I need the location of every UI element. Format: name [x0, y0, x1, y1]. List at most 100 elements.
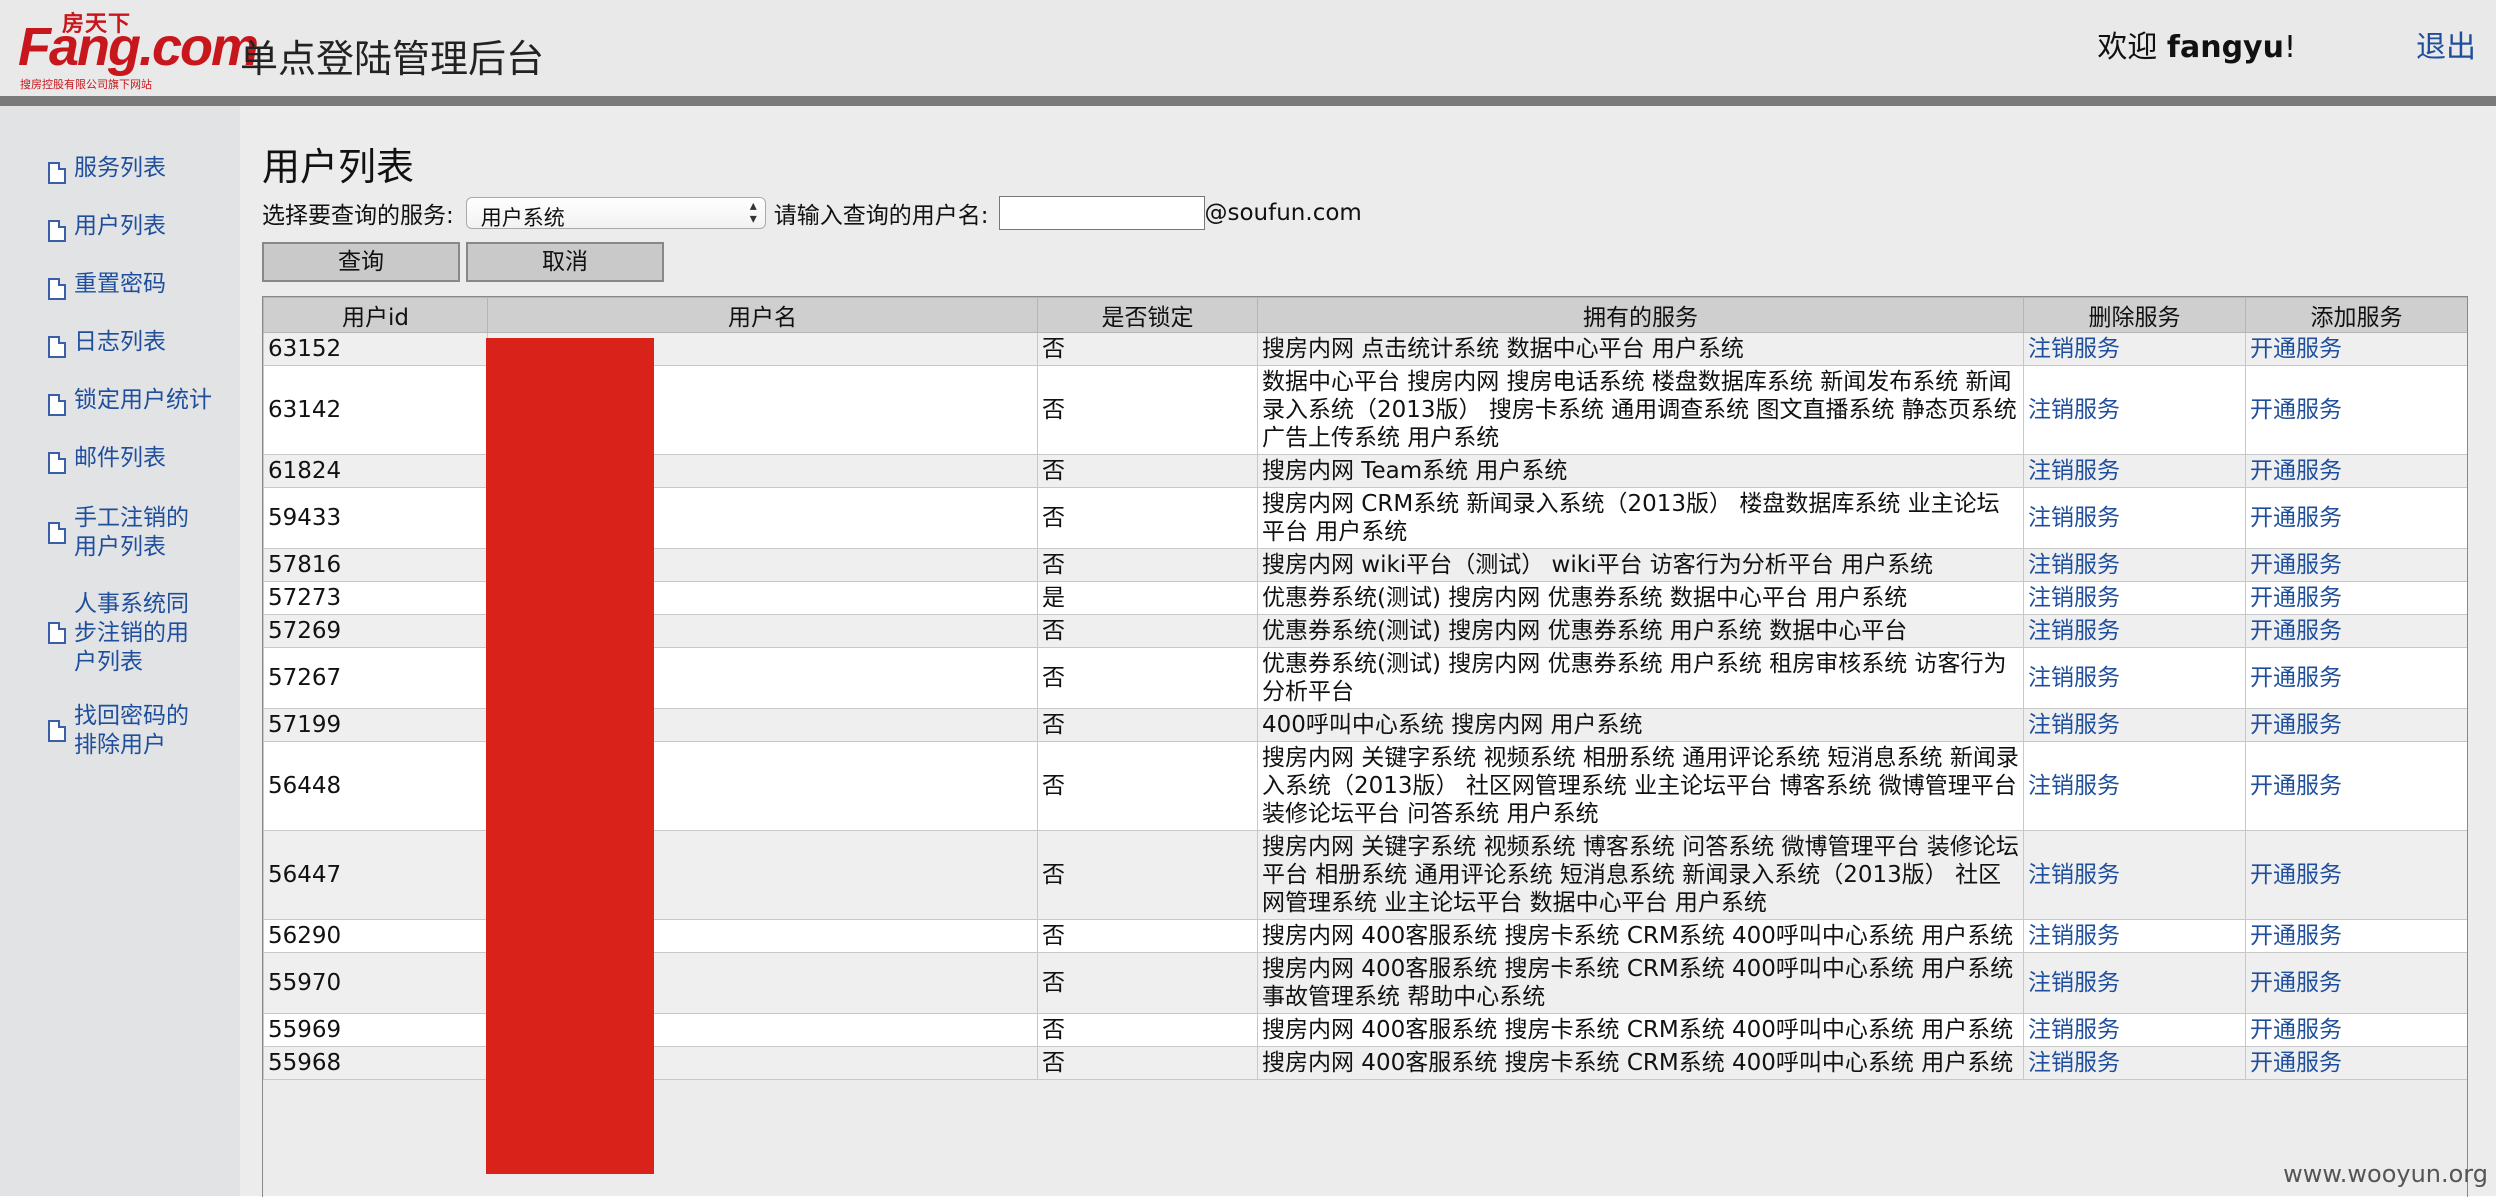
- sidebar-item-manual-deactivated-users[interactable]: 手工注销的用户列表: [48, 504, 198, 562]
- add-service-link[interactable]: 开通服务: [2250, 970, 2342, 996]
- document-icon: [48, 522, 66, 544]
- service-select-value: 用户系统: [480, 206, 565, 230]
- add-service-link[interactable]: 开通服务: [2250, 458, 2342, 484]
- sidebar-item-log-list[interactable]: 日志列表: [48, 328, 228, 358]
- user-id-cell: 57816: [263, 548, 488, 582]
- delete-service-link[interactable]: 注销服务: [2028, 505, 2120, 531]
- logo-tagline: 搜房控股有限公司旗下网站: [20, 78, 152, 91]
- add-service-cell: 开通服务: [2245, 647, 2467, 709]
- locked-cell: 否: [1037, 614, 1258, 648]
- sidebar-item-user-list[interactable]: 用户列表: [48, 212, 228, 242]
- query-button[interactable]: 查询: [262, 242, 460, 282]
- services-cell: 搜房内网 关键字系统 视频系统 相册系统 通用评论系统 短消息系统 新闻录入系统…: [1257, 741, 2024, 831]
- user-id-cell: 57199: [263, 708, 488, 742]
- sidebar-item-hr-sync-deactivated-users[interactable]: 人事系统同步注销的用户列表: [48, 590, 198, 677]
- services-cell: 搜房内网 Team系统 用户系统: [1257, 454, 2024, 488]
- add-service-cell: 开通服务: [2245, 332, 2467, 366]
- add-service-link[interactable]: 开通服务: [2250, 585, 2342, 611]
- services-cell: 搜房内网 400客服系统 搜房卡系统 CRM系统 400呼叫中心系统 用户系统 …: [1257, 952, 2024, 1014]
- sidebar-item-mail-list[interactable]: 邮件列表: [48, 444, 228, 474]
- add-service-link[interactable]: 开通服务: [2250, 505, 2342, 531]
- page-title: 用户列表: [262, 145, 415, 189]
- locked-cell: 是: [1037, 581, 1258, 615]
- user-id-cell: 55968: [263, 1046, 488, 1080]
- delete-service-link[interactable]: 注销服务: [2028, 1050, 2120, 1076]
- delete-service-link[interactable]: 注销服务: [2028, 712, 2120, 738]
- column-header-delete-service: 删除服务: [2023, 297, 2246, 333]
- query-form: 选择要查询的服务: 用户系统 ▴ ▾ 请输入查询的用户名: @soufun.com: [262, 196, 1362, 230]
- add-service-link[interactable]: 开通服务: [2250, 862, 2342, 888]
- fang-logo[interactable]: 房天下 Fang.com 搜房控股有限公司旗下网站: [18, 6, 259, 91]
- sidebar-item-locked-user-stats[interactable]: 锁定用户统计: [48, 386, 228, 416]
- add-service-cell: 开通服务: [2245, 487, 2467, 549]
- add-service-link[interactable]: 开通服务: [2250, 552, 2342, 578]
- services-cell: 搜房内网 关键字系统 视频系统 博客系统 问答系统 微博管理平台 装修论坛平台 …: [1257, 830, 2024, 920]
- locked-cell: 否: [1037, 952, 1258, 1014]
- delete-service-cell: 注销服务: [2023, 365, 2246, 455]
- add-service-link[interactable]: 开通服务: [2250, 773, 2342, 799]
- add-service-cell: 开通服务: [2245, 708, 2467, 742]
- services-cell: 搜房内网 CRM系统 新闻录入系统（2013版） 楼盘数据库系统 业主论坛平台 …: [1257, 487, 2024, 549]
- delete-service-link[interactable]: 注销服务: [2028, 336, 2120, 362]
- delete-service-link[interactable]: 注销服务: [2028, 773, 2120, 799]
- add-service-link[interactable]: 开通服务: [2250, 665, 2342, 691]
- locked-cell: 否: [1037, 1013, 1258, 1047]
- cancel-button[interactable]: 取消: [466, 242, 664, 282]
- delete-service-cell: 注销服务: [2023, 487, 2246, 549]
- delete-service-link[interactable]: 注销服务: [2028, 458, 2120, 484]
- add-service-link[interactable]: 开通服务: [2250, 397, 2342, 423]
- delete-service-cell: 注销服务: [2023, 952, 2246, 1014]
- services-cell: 搜房内网 400客服系统 搜房卡系统 CRM系统 400呼叫中心系统 用户系统: [1257, 919, 2024, 953]
- user-id-cell: 56447: [263, 830, 488, 920]
- column-header-username: 用户名: [487, 297, 1038, 333]
- user-id-cell: 56448: [263, 741, 488, 831]
- document-icon: [48, 162, 66, 184]
- table-header-row: 用户id 用户名 是否锁定 拥有的服务 删除服务 添加服务: [263, 297, 2467, 333]
- delete-service-link[interactable]: 注销服务: [2028, 585, 2120, 611]
- logout-link[interactable]: 退出: [2416, 22, 2476, 66]
- document-icon: [48, 622, 66, 644]
- sidebar-item-password-recovery-exclusions[interactable]: 找回密码的排除用户: [48, 702, 198, 760]
- delete-service-link[interactable]: 注销服务: [2028, 970, 2120, 996]
- delete-service-link[interactable]: 注销服务: [2028, 923, 2120, 949]
- sidebar-item-reset-password[interactable]: 重置密码: [48, 270, 228, 300]
- add-service-link[interactable]: 开通服务: [2250, 336, 2342, 362]
- delete-service-link[interactable]: 注销服务: [2028, 618, 2120, 644]
- sidebar-item-label: 人事系统同步注销的用户列表: [74, 591, 189, 675]
- add-service-link[interactable]: 开通服务: [2250, 712, 2342, 738]
- add-service-cell: 开通服务: [2245, 952, 2467, 1014]
- current-username: fangyu: [2166, 30, 2284, 65]
- domain-suffix: @soufun.com: [1204, 200, 1362, 226]
- sidebar-item-label: 用户列表: [74, 213, 166, 239]
- document-icon: [48, 220, 66, 242]
- locked-cell: 否: [1037, 548, 1258, 582]
- sidebar-item-label: 日志列表: [74, 329, 166, 355]
- delete-service-link[interactable]: 注销服务: [2028, 665, 2120, 691]
- delete-service-cell: 注销服务: [2023, 919, 2246, 953]
- select-arrows-icon: ▴ ▾: [749, 198, 757, 227]
- locked-cell: 否: [1037, 708, 1258, 742]
- sidebar: 服务列表 用户列表 重置密码 日志列表 锁定用户统计 邮件列表 手工注销的用户列…: [0, 106, 240, 1196]
- column-header-add-service: 添加服务: [2245, 297, 2467, 333]
- user-id-cell: 59433: [263, 487, 488, 549]
- delete-service-link[interactable]: 注销服务: [2028, 1017, 2120, 1043]
- watermark: www.wooyun.org: [2283, 1160, 2488, 1188]
- locked-cell: 否: [1037, 454, 1258, 488]
- service-select[interactable]: 用户系统 ▴ ▾: [465, 197, 766, 230]
- add-service-cell: 开通服务: [2245, 614, 2467, 648]
- delete-service-cell: 注销服务: [2023, 1046, 2246, 1080]
- logo-brand-text: Fang.com: [18, 17, 259, 77]
- delete-service-link[interactable]: 注销服务: [2028, 552, 2120, 578]
- add-service-link[interactable]: 开通服务: [2250, 923, 2342, 949]
- sidebar-item-service-list[interactable]: 服务列表: [48, 154, 228, 184]
- add-service-link[interactable]: 开通服务: [2250, 1017, 2342, 1043]
- username-input[interactable]: [998, 196, 1205, 230]
- add-service-link[interactable]: 开通服务: [2250, 618, 2342, 644]
- welcome-suffix: !: [2283, 30, 2296, 65]
- document-icon: [48, 278, 66, 300]
- add-service-link[interactable]: 开通服务: [2250, 1050, 2342, 1076]
- delete-service-link[interactable]: 注销服务: [2028, 397, 2120, 423]
- delete-service-cell: 注销服务: [2023, 454, 2246, 488]
- delete-service-link[interactable]: 注销服务: [2028, 862, 2120, 888]
- services-cell: 搜房内网 wiki平台（测试） wiki平台 访客行为分析平台 用户系统: [1257, 548, 2024, 582]
